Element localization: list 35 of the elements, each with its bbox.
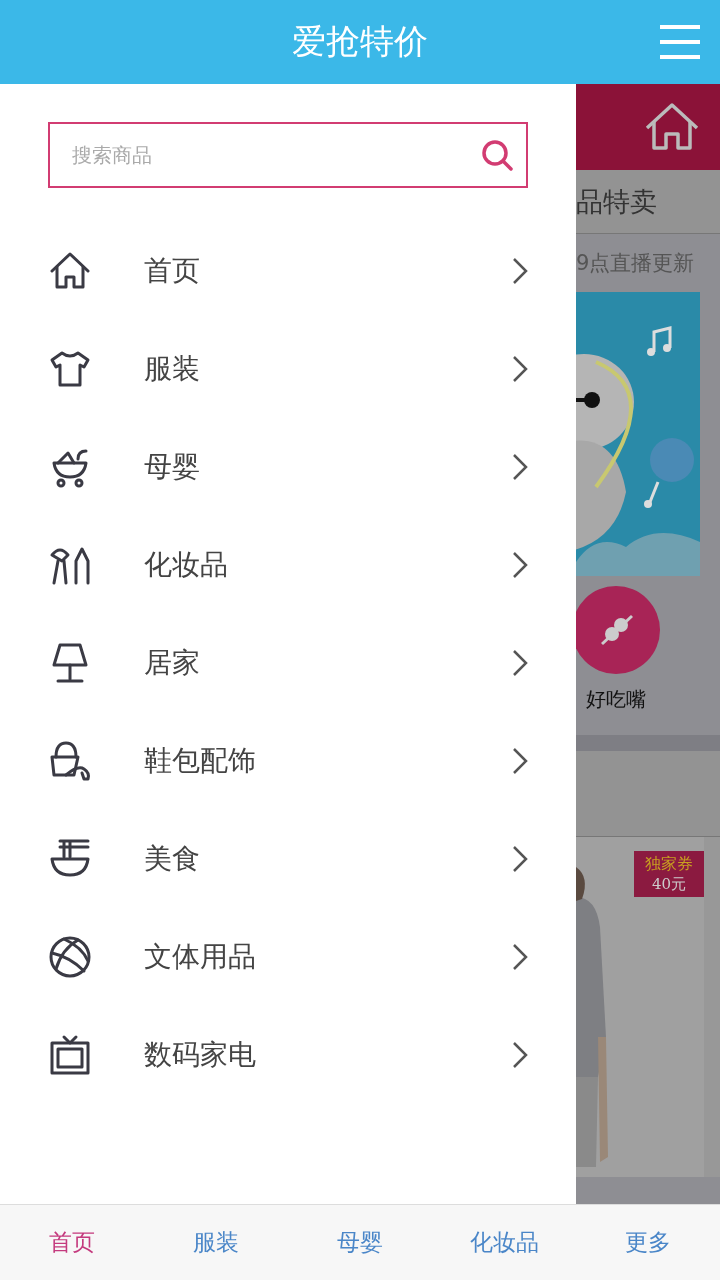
- category-label: 好吃嘴: [586, 686, 646, 713]
- chevron-icon: [512, 943, 528, 971]
- bag-icon: [48, 739, 92, 783]
- menu-item[interactable]: 化妆品: [48, 516, 528, 614]
- chevron-icon: [512, 355, 528, 383]
- section-title: 品特卖: [576, 170, 720, 234]
- nav-tab[interactable]: 服装: [144, 1205, 288, 1280]
- search-icon[interactable]: [480, 138, 514, 172]
- section-subtitle: 9点直播更新: [576, 250, 696, 277]
- menu-item[interactable]: 母婴: [48, 418, 528, 516]
- chevron-icon: [512, 747, 528, 775]
- chevron-icon: [512, 649, 528, 677]
- menu-item[interactable]: 数码家电: [48, 1006, 528, 1104]
- chevron-icon: [512, 257, 528, 285]
- ball-icon: [48, 935, 92, 979]
- menu-item[interactable]: 鞋包配饰: [48, 712, 528, 810]
- chevron-icon: [512, 1041, 528, 1069]
- badge-text: 独家券: [645, 854, 693, 875]
- nav-tab[interactable]: 首页: [0, 1205, 144, 1280]
- menu-item[interactable]: 文体用品: [48, 908, 528, 1006]
- search-field[interactable]: 搜索商品: [48, 122, 528, 188]
- menu-item[interactable]: 服装: [48, 320, 528, 418]
- chevron-icon: [512, 845, 528, 873]
- menu-item[interactable]: 居家: [48, 614, 528, 712]
- menu-item[interactable]: 美食: [48, 810, 528, 908]
- home-icon[interactable]: [644, 102, 700, 152]
- chevron-icon: [512, 551, 528, 579]
- app-title: 爱抢特价: [292, 20, 428, 63]
- nav-tab[interactable]: 化妆品: [432, 1205, 576, 1280]
- nav-tab[interactable]: 更多: [576, 1205, 720, 1280]
- chevron-icon: [512, 453, 528, 481]
- tv-icon: [48, 1033, 92, 1077]
- nav-tab[interactable]: 母婴: [288, 1205, 432, 1280]
- badge-amount: 40元: [651, 875, 687, 894]
- menu-item[interactable]: 首页: [48, 222, 528, 320]
